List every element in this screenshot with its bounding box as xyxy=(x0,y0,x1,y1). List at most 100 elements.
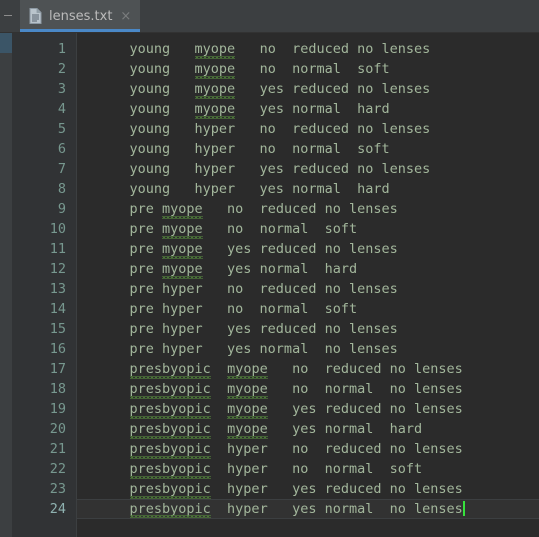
line-number: 10 xyxy=(49,221,66,237)
line-number: 6 xyxy=(57,141,66,157)
code-line[interactable]: presbyopic myope no reduced no lenses xyxy=(77,359,539,379)
code-line[interactable]: young hyper yes reduced no lenses xyxy=(77,159,539,179)
code-text: hyper yes reduced no lenses xyxy=(210,481,463,497)
code-line[interactable]: pre myope no reduced no lenses xyxy=(77,199,539,219)
line-number: 7 xyxy=(57,161,66,177)
code-text: pre xyxy=(97,261,163,277)
line-number: 12 xyxy=(49,261,66,277)
code-line[interactable]: young hyper no reduced no lenses xyxy=(77,119,539,139)
code-line[interactable]: pre hyper yes reduced no lenses xyxy=(77,319,539,339)
code-line[interactable]: young myope no reduced no lenses xyxy=(77,39,539,59)
tab-active-underline xyxy=(20,29,141,32)
code-line[interactable]: pre hyper no reduced no lenses xyxy=(77,279,539,299)
tab-lenses-txt[interactable]: lenses.txt × xyxy=(20,0,141,32)
code-line[interactable]: presbyopic hyper no normal soft xyxy=(77,459,539,479)
code-text: yes reduced no lenses xyxy=(267,401,463,417)
code-line[interactable]: pre hyper no normal soft xyxy=(77,299,539,319)
line-number: 9 xyxy=(57,201,66,217)
code-line[interactable]: young hyper no normal soft xyxy=(77,139,539,159)
code-text: hyper no normal soft xyxy=(210,461,423,477)
line-number: 8 xyxy=(57,181,66,197)
line-number: 14 xyxy=(49,301,66,317)
code-line[interactable]: presbyopic myope yes reduced no lenses xyxy=(77,399,539,419)
misspelled-word: myope xyxy=(227,401,268,419)
code-line[interactable]: pre myope yes reduced no lenses xyxy=(77,239,539,259)
code-line[interactable]: presbyopic myope yes normal hard xyxy=(77,419,539,439)
line-number: 1 xyxy=(57,41,66,57)
text-file-icon xyxy=(29,8,42,24)
close-icon[interactable]: × xyxy=(119,10,132,23)
line-number: 19 xyxy=(49,401,66,417)
misspelled-word: presbyopic xyxy=(129,381,212,399)
code-text-area[interactable]: young myope no reduced no lenses young m… xyxy=(77,33,539,537)
line-number: 3 xyxy=(57,81,66,97)
line-number: 16 xyxy=(49,341,66,357)
code-text: young hyper yes normal hard xyxy=(97,181,390,197)
code-line[interactable]: young myope yes reduced no lenses xyxy=(77,79,539,99)
code-text: pre xyxy=(97,241,163,257)
code-text: hyper no reduced no lenses xyxy=(210,441,463,457)
code-line[interactable]: presbyopic myope no normal no lenses xyxy=(77,379,539,399)
code-line[interactable]: presbyopic hyper yes normal no lenses xyxy=(77,499,539,519)
misspelled-word: presbyopic xyxy=(129,481,212,499)
editor-window: lenses.txt × 1 2 3 4 5 6 7 8 9 10 11 12 13 14 15 16 17 18… xyxy=(0,0,539,537)
code-line[interactable]: young myope no normal soft xyxy=(77,59,539,79)
line-number: 24 xyxy=(49,501,66,517)
code-line[interactable]: young myope yes normal hard xyxy=(77,99,539,119)
line-number: 22 xyxy=(49,461,66,477)
code-text: young hyper no normal soft xyxy=(97,141,390,157)
annotation-strip[interactable] xyxy=(0,33,12,537)
line-number: 2 xyxy=(57,61,66,77)
misspelled-word: presbyopic xyxy=(129,461,212,479)
line-number: 11 xyxy=(49,241,66,257)
code-text: young xyxy=(97,101,195,117)
code-text: yes reduced no lenses xyxy=(202,241,398,257)
line-number-gutter[interactable]: 1 2 3 4 5 6 7 8 9 10 11 12 13 14 15 16 17 18 19 20 21 22 23 24 xyxy=(12,33,77,537)
misspelled-word: presbyopic xyxy=(129,501,212,518)
code-text: yes normal hard xyxy=(267,421,423,437)
misspelled-word: myope xyxy=(162,261,203,279)
misspelled-word: myope xyxy=(194,81,236,99)
line-number: 21 xyxy=(49,441,66,457)
code-line[interactable]: young hyper yes normal hard xyxy=(77,179,539,199)
editor-body: 1 2 3 4 5 6 7 8 9 10 11 12 13 14 15 16 17 18 19 20 21 22 23 24 … xyxy=(0,33,539,537)
code-text: young xyxy=(97,61,195,77)
line-number: 23 xyxy=(49,481,66,497)
text-caret xyxy=(462,501,465,516)
code-text: young xyxy=(97,41,195,57)
tab-bar-left-stub xyxy=(0,0,20,32)
code-line[interactable]: presbyopic hyper yes reduced no lenses xyxy=(77,479,539,499)
misspelled-word: myope xyxy=(194,101,236,119)
code-text: yes normal hard xyxy=(202,261,358,277)
code-line[interactable]: pre myope yes normal hard xyxy=(77,259,539,279)
code-line[interactable]: pre myope no normal soft xyxy=(77,219,539,239)
misspelled-word: myope xyxy=(162,221,203,239)
code-text: hyper yes normal no lenses xyxy=(210,501,463,517)
line-number: 18 xyxy=(49,381,66,397)
code-text: pre hyper no reduced no lenses xyxy=(97,281,398,297)
misspelled-word: myope xyxy=(162,201,203,219)
line-number: 17 xyxy=(49,361,66,377)
misspelled-word: myope xyxy=(227,381,268,399)
misspelled-word: presbyopic xyxy=(129,421,212,439)
line-number: 4 xyxy=(57,101,66,117)
code-text: no normal no lenses xyxy=(267,381,463,397)
code-text: pre hyper no normal soft xyxy=(97,301,358,317)
code-line[interactable]: presbyopic hyper no reduced no lenses xyxy=(77,439,539,459)
code-text: no reduced no lenses xyxy=(235,41,431,57)
misspelled-word: myope xyxy=(227,421,268,439)
tab-bar-empty-space xyxy=(140,0,539,32)
code-line[interactable]: pre hyper yes normal no lenses xyxy=(77,339,539,359)
code-text: no normal soft xyxy=(202,221,358,237)
misspelled-word: myope xyxy=(194,41,236,59)
misspelled-word: myope xyxy=(194,61,236,79)
line-number: 15 xyxy=(49,321,66,337)
code-text: yes normal hard xyxy=(235,101,390,117)
